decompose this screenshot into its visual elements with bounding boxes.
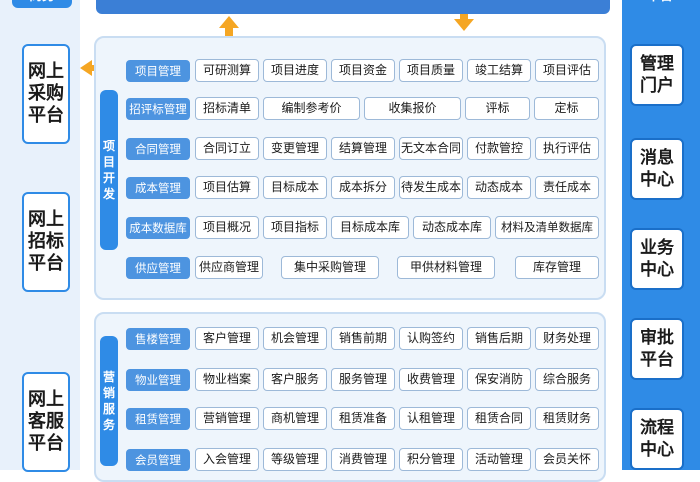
cell-no-text-contract[interactable]: 无文本合同 bbox=[399, 137, 463, 160]
cell-subscription-signing[interactable]: 认购签约 bbox=[399, 327, 463, 350]
cell-member-care[interactable]: 会员关怀 bbox=[535, 448, 599, 471]
cell-change-management[interactable]: 变更管理 bbox=[263, 137, 327, 160]
cell-service-management[interactable]: 服务管理 bbox=[331, 368, 395, 391]
cell-bid-list[interactable]: 招标清单 bbox=[195, 97, 259, 120]
row-label-supply-management: 供应管理 bbox=[126, 257, 190, 279]
cell-business-opportunity[interactable]: 商机管理 bbox=[263, 407, 327, 430]
cell-inventory-management[interactable]: 库存管理 bbox=[515, 256, 599, 279]
cell-property-archive[interactable]: 物业档案 bbox=[195, 368, 259, 391]
cell-pending-cost[interactable]: 待发生成本 bbox=[399, 176, 463, 199]
cell-target-cost-library[interactable]: 目标成本库 bbox=[331, 216, 409, 239]
cell-quality[interactable]: 项目质量 bbox=[399, 59, 463, 82]
cell-contract-signing[interactable]: 合同订立 bbox=[195, 137, 259, 160]
online-procurement-platform-box[interactable]: 网上 采购 平台 bbox=[22, 44, 70, 144]
cell-points-management[interactable]: 积分管理 bbox=[399, 448, 463, 471]
cell-funds[interactable]: 项目资金 bbox=[331, 59, 395, 82]
process-center-box[interactable]: 流程 中心 bbox=[630, 408, 684, 470]
cell-completion-settlement[interactable]: 竣工结算 bbox=[467, 59, 531, 82]
row-label-cost-database: 成本数据库 bbox=[126, 217, 190, 239]
cell-security-fire[interactable]: 保安消防 bbox=[467, 368, 531, 391]
message-center-box[interactable]: 消息 中心 bbox=[630, 138, 684, 200]
cell-payment-control[interactable]: 付款管控 bbox=[467, 137, 531, 160]
cell-bid-award[interactable]: 定标 bbox=[534, 97, 599, 120]
row-label-cost-management: 成本管理 bbox=[126, 177, 190, 199]
cell-settlement-management[interactable]: 结算管理 bbox=[331, 137, 395, 160]
cell-lease-preparation[interactable]: 租赁准备 bbox=[331, 407, 395, 430]
cell-feasibility[interactable]: 可研测算 bbox=[195, 59, 259, 82]
row-label-property-management: 物业管理 bbox=[126, 369, 190, 391]
cell-dynamic-cost[interactable]: 动态成本 bbox=[467, 176, 531, 199]
row-label-leasing-management: 租赁管理 bbox=[126, 408, 190, 430]
cell-finance-processing[interactable]: 财务处理 bbox=[535, 327, 599, 350]
right-column-header: 平台 bbox=[632, 0, 688, 8]
cell-pre-sales[interactable]: 销售前期 bbox=[331, 327, 395, 350]
cell-execution-evaluation[interactable]: 执行评估 bbox=[535, 137, 599, 160]
cell-materials-database[interactable]: 材料及清单数据库 bbox=[495, 216, 599, 239]
top-platform-bar bbox=[96, 0, 610, 14]
cell-project-evaluation[interactable]: 项目评估 bbox=[535, 59, 599, 82]
cell-lease-contract[interactable]: 租赁合同 bbox=[467, 407, 531, 430]
cell-customer-management[interactable]: 客户管理 bbox=[195, 327, 259, 350]
cell-project-overview[interactable]: 项目概况 bbox=[195, 216, 259, 239]
cell-supplier-management[interactable]: 供应商管理 bbox=[195, 256, 263, 279]
cell-owner-supplied-materials[interactable]: 甲供材料管理 bbox=[397, 256, 495, 279]
project-development-label: 项 目 开 发 bbox=[100, 90, 118, 250]
cell-bid-evaluation[interactable]: 评标 bbox=[465, 97, 530, 120]
row-label-member-management: 会员管理 bbox=[126, 449, 190, 471]
approval-platform-box[interactable]: 审批 平台 bbox=[630, 318, 684, 380]
cell-general-services[interactable]: 综合服务 bbox=[535, 368, 599, 391]
cell-lease-finance[interactable]: 租赁财务 bbox=[535, 407, 599, 430]
cell-dynamic-cost-library[interactable]: 动态成本库 bbox=[413, 216, 491, 239]
cell-central-procurement[interactable]: 集中采购管理 bbox=[281, 256, 379, 279]
left-column-header: 商务 bbox=[12, 0, 72, 8]
cell-activity-management[interactable]: 活动管理 bbox=[467, 448, 531, 471]
row-label-bidding-management: 招评标管理 bbox=[126, 98, 190, 120]
business-center-box[interactable]: 业务 中心 bbox=[630, 228, 684, 290]
cell-collect-quotes[interactable]: 收集报价 bbox=[364, 97, 461, 120]
online-bidding-platform-box[interactable]: 网上 招标 平台 bbox=[22, 192, 70, 292]
cell-lease-subscription[interactable]: 认租管理 bbox=[399, 407, 463, 430]
row-label-sales-management: 售楼管理 bbox=[126, 328, 190, 350]
cell-reference-price[interactable]: 编制参考价 bbox=[263, 97, 360, 120]
management-portal-box[interactable]: 管理 门户 bbox=[630, 44, 684, 106]
cell-post-sales[interactable]: 销售后期 bbox=[467, 327, 531, 350]
row-label-project-management: 项目管理 bbox=[126, 60, 190, 82]
cell-membership-enrollment[interactable]: 入会管理 bbox=[195, 448, 259, 471]
cell-consumption-management[interactable]: 消费管理 bbox=[331, 448, 395, 471]
cell-customer-service[interactable]: 客户服务 bbox=[263, 368, 327, 391]
cell-progress[interactable]: 项目进度 bbox=[263, 59, 327, 82]
cell-cost-split[interactable]: 成本拆分 bbox=[331, 176, 395, 199]
cell-target-cost[interactable]: 目标成本 bbox=[263, 176, 327, 199]
cell-project-indicators[interactable]: 项目指标 bbox=[263, 216, 327, 239]
cell-opportunity-management[interactable]: 机会管理 bbox=[263, 327, 327, 350]
row-label-contract-management: 合同管理 bbox=[126, 138, 190, 160]
cell-project-estimate[interactable]: 项目估算 bbox=[195, 176, 259, 199]
cell-level-management[interactable]: 等级管理 bbox=[263, 448, 327, 471]
online-service-platform-box[interactable]: 网上 客服 平台 bbox=[22, 372, 70, 472]
arrow-up-stem bbox=[225, 27, 233, 36]
cell-responsibility-cost[interactable]: 责任成本 bbox=[535, 176, 599, 199]
arrow-down-icon bbox=[454, 19, 474, 31]
marketing-service-label: 营 销 服 务 bbox=[100, 336, 118, 466]
cell-marketing-management[interactable]: 营销管理 bbox=[195, 407, 259, 430]
cell-fee-management[interactable]: 收费管理 bbox=[399, 368, 463, 391]
